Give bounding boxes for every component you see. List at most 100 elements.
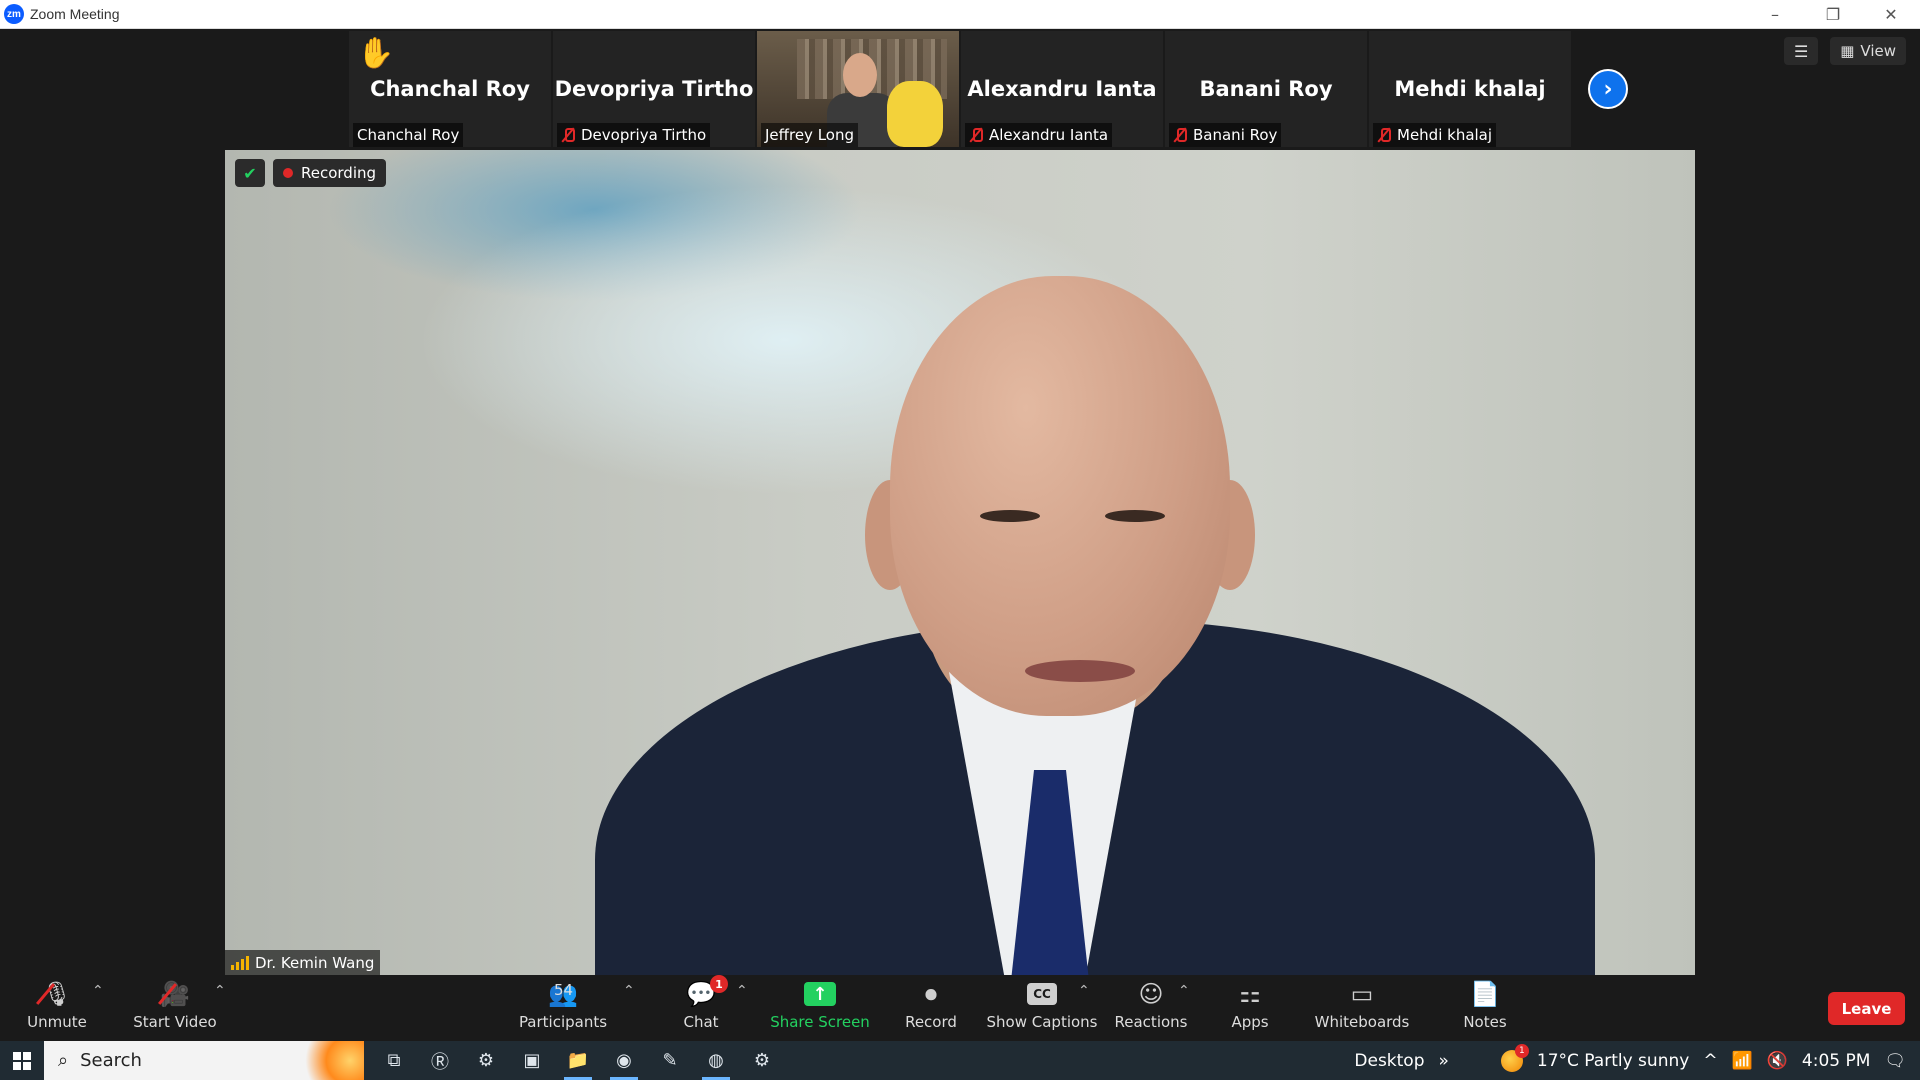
- notes-label: Notes: [1463, 1013, 1507, 1031]
- chat-button[interactable]: 💬 1 Chat: [680, 975, 728, 1039]
- task-view-icon[interactable]: ⧉: [376, 1041, 412, 1080]
- participant-name: Jeffrey Long: [765, 126, 854, 144]
- top-right-controls: ☰ ▦ View: [1784, 37, 1906, 65]
- view-label: View: [1860, 42, 1896, 60]
- participants-button[interactable]: 👥 54 Participants: [519, 979, 607, 1039]
- file-explorer-icon[interactable]: 📁: [560, 1041, 596, 1080]
- whiteboard-icon: ▭: [1350, 980, 1374, 1008]
- chat-options-caret[interactable]: ⌃: [736, 983, 748, 999]
- muted-mic-icon: [969, 127, 983, 143]
- settings-gear-icon[interactable]: ⚙: [468, 1041, 504, 1080]
- window-controls: – ❐ ✕: [1746, 0, 1920, 29]
- participant-big-name: Mehdi khalaj: [1394, 77, 1546, 101]
- captions-icon: CC: [1027, 983, 1057, 1005]
- participant-tile[interactable]: Mehdi khalaj Mehdi khalaj: [1369, 31, 1571, 147]
- reactions-button[interactable]: ☺ Reactions: [1114, 979, 1188, 1039]
- zoom-app-icon: zm: [4, 4, 24, 24]
- zoom-taskbar-icon[interactable]: ◍: [698, 1041, 734, 1080]
- security-shield-icon[interactable]: ✔: [235, 159, 265, 187]
- meeting-toolbar: 🎙 Unmute ⌃ 🎥 Start Video ⌃ 👥 54 Participa…: [0, 975, 1920, 1041]
- weather-icon[interactable]: 1: [1500, 1043, 1529, 1072]
- notepad-icon[interactable]: ✎: [652, 1041, 688, 1080]
- participant-tile[interactable]: Alexandru Ianta Alexandru Ianta: [961, 31, 1163, 147]
- participants-count: 54: [554, 981, 574, 999]
- participant-tile[interactable]: Banani Roy Banani Roy: [1165, 31, 1367, 147]
- meeting-info-button[interactable]: ☰: [1784, 37, 1819, 65]
- next-page-button[interactable]: ›: [1588, 69, 1628, 109]
- recording-badge[interactable]: Recording: [273, 159, 387, 187]
- participant-big-name: Banani Roy: [1199, 77, 1333, 101]
- share-screen-icon: ↑: [804, 982, 836, 1006]
- record-label: Record: [905, 1013, 957, 1031]
- share-screen-label: Share Screen: [770, 1013, 870, 1031]
- record-button[interactable]: ⏺ Record: [900, 979, 962, 1039]
- muted-mic-icon: [1377, 127, 1391, 143]
- restore-button[interactable]: ❐: [1804, 0, 1862, 29]
- active-speaker-video[interactable]: [225, 150, 1695, 975]
- taskbar-search-label: Search: [80, 1050, 142, 1071]
- reactions-label: Reactions: [1114, 1013, 1188, 1031]
- participant-name: Banani Roy: [1193, 126, 1278, 144]
- chrome-icon[interactable]: ◉: [606, 1041, 642, 1080]
- participant-tile[interactable]: Devopriya Tirtho Devopriya Tirtho: [553, 31, 755, 147]
- volume-muted-icon[interactable]: 🔇: [1767, 1051, 1788, 1071]
- reactions-icon: ☺: [1138, 980, 1164, 1008]
- unmute-button[interactable]: 🎙 Unmute: [22, 979, 92, 1039]
- start-video-button[interactable]: 🎥 Start Video: [130, 979, 220, 1039]
- terminal-icon[interactable]: ▣: [514, 1041, 550, 1080]
- weather-badge: 1: [1514, 1043, 1529, 1058]
- start-button[interactable]: [0, 1041, 44, 1080]
- share-screen-icon-wrap: ↑: [804, 979, 836, 1009]
- apps-button[interactable]: ⚏ Apps: [1230, 979, 1270, 1039]
- r-app-icon[interactable]: Ⓡ: [422, 1041, 458, 1080]
- audio-options-caret[interactable]: ⌃: [92, 983, 104, 999]
- participant-big-name: Alexandru Ianta: [967, 77, 1157, 101]
- apps-icon: ⚏: [1239, 980, 1261, 1008]
- network-icon[interactable]: 📶: [1732, 1051, 1753, 1071]
- leave-button[interactable]: Leave: [1828, 992, 1905, 1025]
- view-button[interactable]: ▦ View: [1830, 37, 1906, 65]
- share-screen-button[interactable]: ↑ Share Screen: [770, 979, 870, 1039]
- participant-name-label: Chanchal Roy: [353, 123, 464, 147]
- search-icon: ⌕: [58, 1050, 69, 1071]
- raised-hand-icon: ✋: [357, 37, 395, 70]
- participant-big-name: Devopriya Tirtho: [554, 77, 754, 101]
- chat-label: Chat: [683, 1013, 719, 1031]
- taskbar-apps: ⧉ Ⓡ ⚙ ▣ 📁 ◉ ✎ ◍ ⚙: [376, 1041, 780, 1080]
- speaker-head: [890, 276, 1230, 716]
- clock[interactable]: 4:05 PM: [1802, 1051, 1871, 1071]
- search-highlight-icon: [294, 1041, 364, 1080]
- window-title: Zoom Meeting: [30, 6, 120, 22]
- close-button[interactable]: ✕: [1862, 0, 1920, 29]
- apps-label: Apps: [1231, 1013, 1269, 1031]
- taskbar-search-box[interactable]: ⌕ Search: [44, 1041, 364, 1080]
- participant-name-label: Jeffrey Long: [761, 123, 858, 147]
- whiteboards-label: Whiteboards: [1314, 1013, 1410, 1031]
- desktop-toolbar-label[interactable]: Desktop: [1354, 1051, 1424, 1071]
- grid-icon: ▦: [1840, 42, 1855, 60]
- participant-big-name: Chanchal Roy: [370, 77, 530, 101]
- notifications-icon[interactable]: 🗨: [1884, 1051, 1906, 1071]
- settings-gear-2-icon[interactable]: ⚙: [744, 1041, 780, 1080]
- video-person-head: [843, 53, 877, 97]
- participants-options-caret[interactable]: ⌃: [623, 983, 635, 999]
- video-off-icon: 🎥: [158, 979, 190, 1009]
- captions-options-caret[interactable]: ⌃: [1078, 983, 1090, 999]
- reactions-options-caret[interactable]: ⌃: [1178, 983, 1190, 999]
- participant-tile[interactable]: ✋ Chanchal Roy Chanchal Roy: [349, 31, 551, 147]
- recording-dot-icon: [283, 168, 293, 178]
- video-options-caret[interactable]: ⌃: [214, 983, 226, 999]
- captions-icon-wrap: CC: [1027, 979, 1057, 1009]
- speaker-eye-left: [980, 510, 1040, 522]
- notes-button[interactable]: 📄 Notes: [1462, 979, 1508, 1039]
- whiteboards-button[interactable]: ▭ Whiteboards: [1314, 979, 1410, 1039]
- double-chevron-icon[interactable]: »: [1439, 1051, 1449, 1071]
- participant-video-tile[interactable]: Jeffrey Long: [757, 31, 959, 147]
- tray-overflow-chevron-icon[interactable]: ^: [1703, 1051, 1717, 1071]
- participant-name: Chanchal Roy: [357, 126, 460, 144]
- chat-icon: 💬 1: [686, 975, 728, 1009]
- minimize-button[interactable]: –: [1746, 0, 1804, 29]
- weather-text[interactable]: 17°C Partly sunny: [1537, 1051, 1689, 1071]
- video-plush-toy: [887, 81, 943, 147]
- muted-microphone-icon: 🎙: [35, 979, 72, 1009]
